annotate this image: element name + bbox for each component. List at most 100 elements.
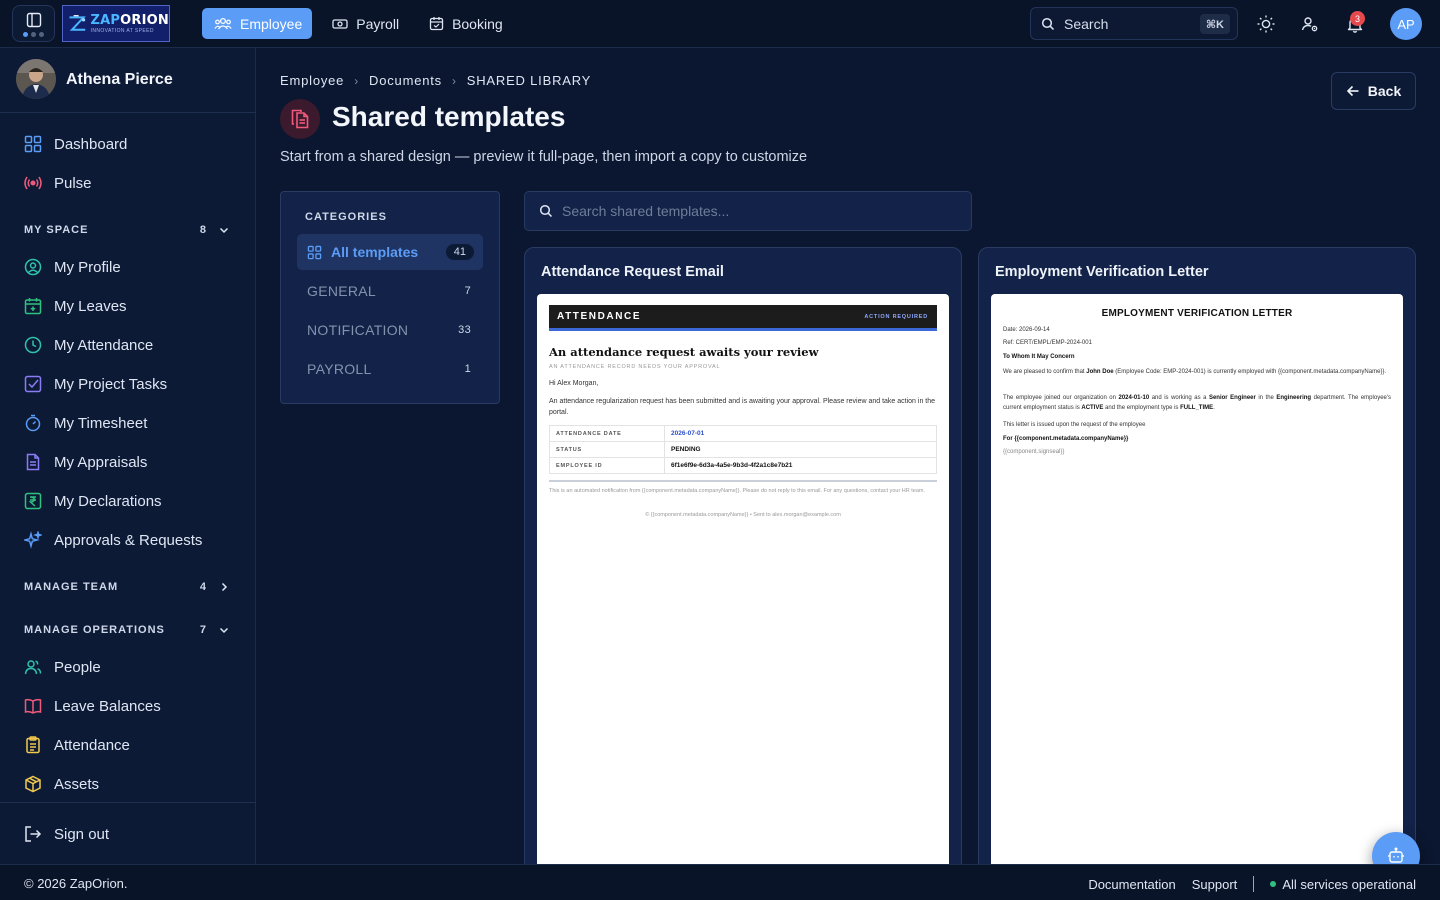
letter-paragraph-2: The employee joined our organization on …: [1003, 395, 1392, 411]
global-search[interactable]: Search ⌘K: [1030, 7, 1238, 40]
sidebar-item-my-project-tasks[interactable]: My Project Tasks: [24, 372, 167, 396]
sidebar-item-my-attendance[interactable]: My Attendance: [24, 333, 153, 357]
top-bar: ZAPORION INNOVATION AT SPEED Employee Pa…: [0, 0, 1440, 48]
status-dot-icon: [1270, 881, 1277, 887]
sidebar-user[interactable]: Athena Pierce: [0, 48, 256, 113]
letter-sign-for: For {{component.metadata.companyName}}: [1003, 436, 1129, 442]
avatar: [16, 59, 56, 99]
categories-panel: CATEGORIES All templates 41 GENERAL 7 NO…: [280, 191, 500, 404]
sidebar-item-pulse[interactable]: Pulse: [24, 171, 92, 195]
sidebar-item-my-appraisals[interactable]: My Appraisals: [24, 450, 147, 474]
email-banner: ATTENDANCE ACTION REQUIRED: [549, 305, 937, 331]
top-nav-label: Payroll: [356, 15, 400, 32]
task-check-icon: [24, 375, 42, 393]
sidebar-item-my-timesheet[interactable]: My Timesheet: [24, 411, 147, 435]
back-label: Back: [1367, 83, 1402, 99]
top-nav-booking[interactable]: Booking: [417, 8, 513, 39]
template-card-verification-letter[interactable]: Employment Verification Letter EMPLOYMEN…: [978, 247, 1416, 887]
template-preview[interactable]: EMPLOYMENT VERIFICATION LETTER Date: 202…: [991, 294, 1403, 886]
template-card-title: Attendance Request Email: [541, 264, 724, 280]
sidebar-item-label: My Profile: [54, 258, 121, 276]
table-row: ATTENDANCE DATE 2026-07-01: [549, 425, 937, 442]
chevron-down-icon: [219, 227, 229, 234]
category-count: 1: [464, 363, 471, 375]
template-search[interactable]: [524, 191, 972, 231]
sidebar-item-approvals-requests[interactable]: Approvals & Requests: [24, 528, 202, 552]
sidebar-item-my-profile[interactable]: My Profile: [24, 255, 121, 279]
sidebar-item-label: Assets: [54, 775, 100, 793]
sidebar-item-attendance[interactable]: Attendance: [24, 733, 130, 757]
divider: [1253, 876, 1255, 892]
top-nav-employee[interactable]: Employee: [202, 8, 313, 39]
template-card-title: Employment Verification Letter: [995, 264, 1209, 280]
letter-ref: Ref: CERT/EMPL/EMP-2024-001: [1003, 340, 1092, 346]
breadcrumb-item-employee[interactable]: Employee: [280, 73, 344, 88]
sidebar-item-label: People: [54, 658, 101, 676]
footer-link-documentation[interactable]: Documentation: [1088, 877, 1175, 892]
workspace-dots: [23, 32, 44, 37]
grid-icon: [307, 245, 322, 259]
template-search-input[interactable]: [562, 203, 942, 219]
top-nav-label: Booking: [452, 15, 503, 32]
people-icon: [214, 17, 232, 29]
top-nav-payroll[interactable]: Payroll: [320, 8, 409, 39]
dashboard-icon: [24, 135, 42, 153]
back-button[interactable]: Back: [1331, 72, 1416, 110]
box-icon: [25, 775, 41, 793]
category-count: 7: [464, 285, 471, 297]
category-notification[interactable]: NOTIFICATION 33: [297, 312, 483, 348]
calendar-check-icon: [429, 17, 444, 31]
calendar-plus-icon: [24, 298, 42, 315]
email-subheading: AN ATTENDANCE RECORD NEEDS YOUR APPROVAL: [549, 364, 721, 370]
app-logo[interactable]: ZAPORION INNOVATION AT SPEED: [62, 5, 170, 42]
service-status[interactable]: All services operational: [1270, 877, 1416, 892]
category-payroll[interactable]: PAYROLL 1: [297, 351, 483, 387]
breadcrumb-item-current: SHARED LIBRARY: [466, 73, 592, 88]
email-banner-label: ATTENDANCE: [557, 311, 642, 322]
chevron-right-icon: ›: [354, 73, 360, 88]
sidebar-item-label: My Leaves: [54, 297, 127, 315]
email-banner-tag: ACTION REQUIRED: [864, 314, 928, 320]
sidebar-item-label: Attendance: [54, 736, 130, 754]
user-settings-icon[interactable]: [1300, 14, 1320, 34]
arrow-left-icon: [1346, 85, 1359, 97]
sidebar-item-my-declarations[interactable]: My Declarations: [24, 489, 162, 513]
template-preview[interactable]: ATTENDANCE ACTION REQUIRED An attendance…: [537, 294, 949, 886]
category-label: PAYROLL: [307, 361, 372, 377]
template-card-attendance-email[interactable]: Attendance Request Email ATTENDANCE ACTI…: [524, 247, 962, 887]
user-avatar-button[interactable]: AP: [1390, 8, 1422, 40]
sign-out-label: Sign out: [54, 825, 110, 843]
sign-out-button[interactable]: Sign out: [24, 822, 109, 846]
sidebar-item-dashboard[interactable]: Dashboard: [24, 132, 127, 156]
footer-link-support[interactable]: Support: [1192, 877, 1238, 892]
clock-icon: [24, 336, 42, 354]
money-icon: [332, 18, 348, 29]
timer-icon: [25, 414, 41, 432]
search-icon: [539, 204, 553, 218]
section-manage-operations[interactable]: MANAGE OPERATIONS 7: [24, 620, 232, 640]
sidebar-toggle-button[interactable]: [12, 5, 55, 42]
profile-icon: [24, 258, 42, 276]
chevron-down-icon: [219, 627, 229, 634]
service-status-label: All services operational: [1282, 876, 1416, 892]
sidebar-item-assets[interactable]: Assets: [24, 772, 99, 796]
sidebar-item-my-leaves[interactable]: My Leaves: [24, 294, 127, 318]
sidebar-item-label: My Appraisals: [54, 453, 148, 471]
divider: [549, 480, 937, 482]
footer-links: Documentation Support All services opera…: [1088, 876, 1416, 892]
category-label: NOTIFICATION: [307, 322, 409, 338]
table-row: STATUS PENDING: [549, 441, 937, 458]
category-all-templates[interactable]: All templates 41: [297, 234, 483, 270]
sidebar-item-leave-balances[interactable]: Leave Balances: [24, 694, 161, 718]
section-manage-team[interactable]: MANAGE TEAM 4: [24, 577, 232, 597]
theme-toggle-sun-icon[interactable]: [1256, 14, 1276, 34]
email-heading: An attendance request awaits your review: [549, 345, 819, 359]
section-my-space[interactable]: MY SPACE 8: [24, 220, 232, 240]
email-footer-note: This is an automated notification from {…: [549, 488, 926, 494]
categories-heading: CATEGORIES: [305, 211, 387, 223]
category-general[interactable]: GENERAL 7: [297, 273, 483, 309]
sidebar-bottom: Sign out: [0, 802, 256, 864]
breadcrumb-item-documents[interactable]: Documents: [369, 73, 442, 88]
page-title: Shared templates: [332, 101, 566, 132]
sidebar-item-people[interactable]: People: [24, 655, 101, 679]
